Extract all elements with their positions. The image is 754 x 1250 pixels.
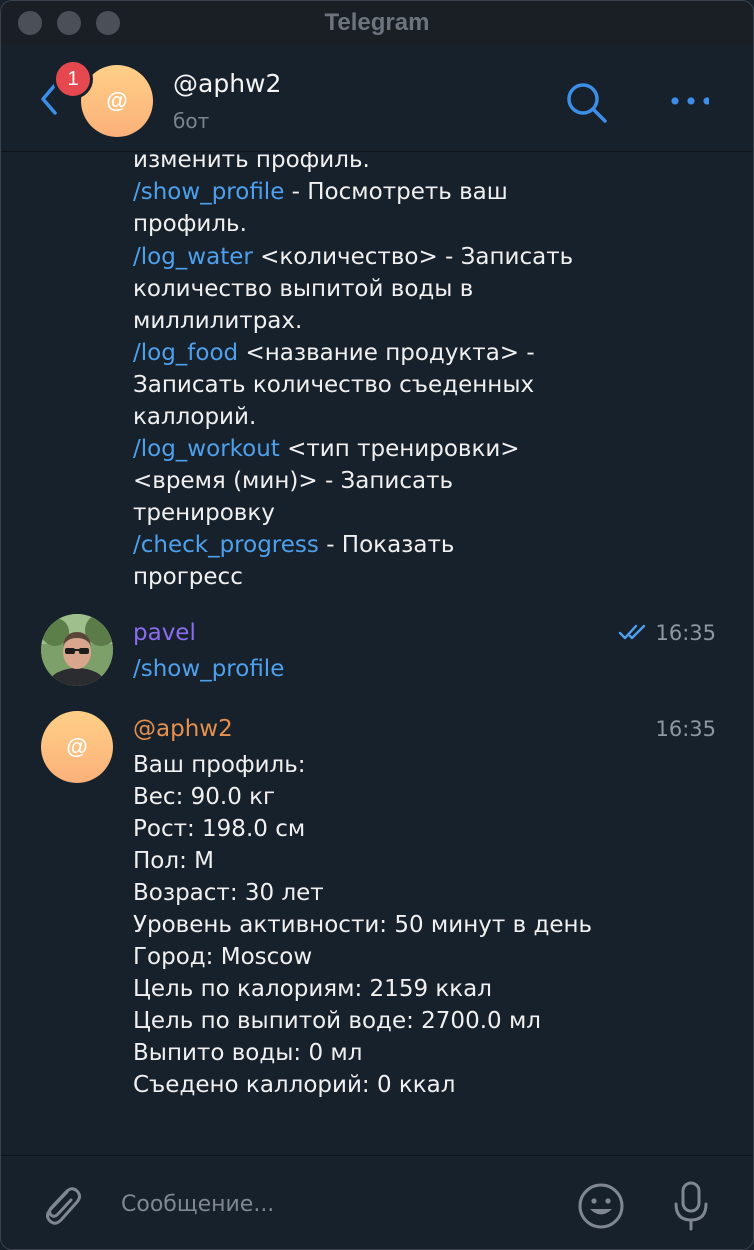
message-line: каллорий.: [133, 404, 257, 430]
message-line: тренировку: [133, 500, 275, 526]
profile-line: Пол: М: [133, 848, 214, 874]
message-time: 16:35: [655, 621, 716, 645]
profile-line: Вес: 90.0 кг: [133, 784, 276, 810]
window-title: Telegram: [324, 9, 430, 36]
command-link[interactable]: /check_progress: [133, 532, 319, 558]
profile-line: Уровень активности: 50 минут в день: [133, 912, 593, 938]
microphone-icon[interactable]: [671, 1180, 711, 1232]
chat-subtitle: бот: [173, 109, 210, 133]
message-list[interactable]: изменить профиль. /show_profile - Посмот…: [1, 152, 753, 1154]
profile-line: Цель по выпитой воде: 2700.0 мл: [133, 1008, 542, 1034]
unread-count-badge: 1: [53, 59, 93, 99]
message-line: <время (мин)> - Записать: [133, 468, 454, 494]
user-photo: [41, 614, 113, 686]
message-line: Записать количество съеденных: [133, 372, 535, 398]
message-line: /log_water <количество> - Записать: [133, 244, 574, 270]
bot-avatar[interactable]: @: [41, 711, 113, 783]
message-line: /check_progress - Показать: [133, 532, 455, 558]
message-composer: [1, 1155, 753, 1249]
profile-line: Съедено каллорий: 0 ккал: [133, 1072, 456, 1098]
chat-header: 1 @ @aphw2 бот: [1, 45, 753, 152]
command-link[interactable]: /log_food: [133, 340, 238, 366]
search-icon[interactable]: [564, 81, 608, 125]
command-link[interactable]: /show_profile: [133, 653, 284, 685]
message-line: /log_workout <тип тренировки>: [133, 436, 520, 462]
user-avatar[interactable]: [41, 614, 113, 686]
message-input[interactable]: [121, 1184, 551, 1224]
telegram-window: Telegram 1 @ @aphw2 бот изменить профиль…: [0, 0, 754, 1250]
message-line: количество выпитой воды в: [133, 276, 474, 302]
message-line: миллилитрах.: [133, 308, 303, 334]
message-line: /show_profile - Посмотреть ваш: [133, 179, 508, 205]
profile-line: Ваш профиль:: [133, 752, 306, 778]
title-bar: Telegram: [1, 1, 753, 45]
smile-icon[interactable]: [577, 1182, 625, 1230]
profile-line: Выпито воды: 0 мл: [133, 1040, 363, 1066]
message-time: 16:35: [655, 717, 716, 741]
message-line: /log_food <название продукта> -: [133, 340, 535, 366]
message-line: профиль.: [133, 211, 247, 237]
chat-title[interactable]: @aphw2: [173, 69, 281, 98]
paperclip-icon[interactable]: [37, 1180, 85, 1230]
message-line: изменить профиль.: [133, 152, 370, 173]
command-link[interactable]: /log_water: [133, 244, 253, 270]
profile-line: Цель по калориям: 2159 ккал: [133, 976, 492, 1002]
message-line: прогресс: [133, 564, 243, 590]
double-check-icon: [618, 624, 646, 640]
command-link[interactable]: /log_workout: [133, 436, 280, 462]
profile-line: Возраст: 30 лет: [133, 880, 324, 906]
message-sender-name[interactable]: @aphw2: [133, 713, 233, 745]
message-sender-name[interactable]: pavel: [133, 617, 196, 649]
profile-line: Рост: 198.0 см: [133, 816, 306, 842]
more-options-icon[interactable]: [665, 89, 709, 113]
command-link[interactable]: /show_profile: [133, 179, 284, 205]
profile-line: Город: Moscow: [133, 944, 313, 970]
